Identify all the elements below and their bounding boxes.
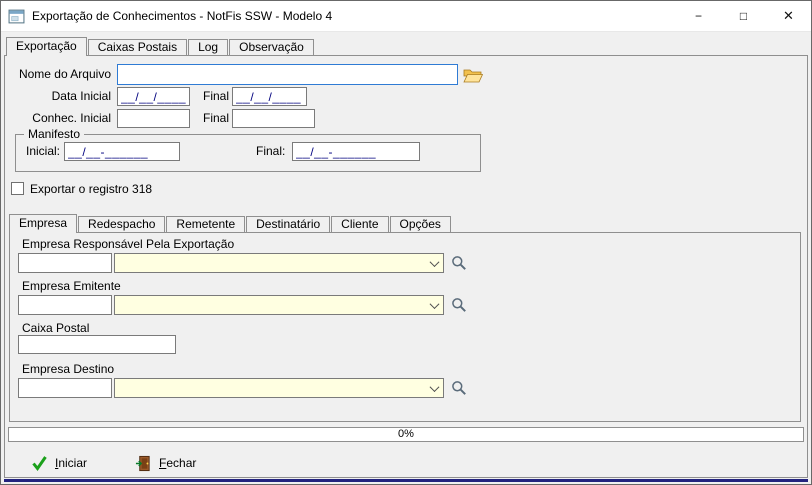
exportar-318-label: Exportar o registro 318: [30, 183, 152, 196]
exportacao-tab-page: Nome do Arquivo Data Inicial Final Conhe…: [4, 55, 808, 478]
fechar-label: Fechar: [159, 456, 196, 470]
main-tab-strip: Exportação Caixas Postais Log Observação: [6, 37, 315, 56]
caixa-postal-label: Caixa Postal: [22, 322, 89, 335]
exit-door-icon: [135, 455, 152, 472]
chevron-down-icon: [426, 379, 443, 397]
search-icon: [451, 297, 467, 313]
tab-caixas-postais[interactable]: Caixas Postais: [88, 39, 187, 55]
tab-cliente[interactable]: Cliente: [331, 216, 388, 232]
nome-arquivo-input[interactable]: [117, 64, 458, 85]
tab-observacao[interactable]: Observação: [229, 39, 314, 55]
empresa-responsavel-search-button[interactable]: [450, 254, 468, 272]
maximize-button[interactable]: □: [721, 1, 766, 31]
manifesto-title: Manifesto: [24, 127, 84, 141]
bottom-accent-bar: [4, 479, 808, 482]
manifesto-inicial-label: Inicial:: [26, 145, 60, 158]
empresa-emitente-search-button[interactable]: [450, 296, 468, 314]
caixa-postal-input[interactable]: [18, 335, 176, 354]
data-inicial-label: Data Inicial: [5, 90, 111, 103]
iniciar-label: Iniciar: [55, 456, 87, 470]
close-button[interactable]: ✕: [766, 1, 811, 31]
tab-log[interactable]: Log: [188, 39, 228, 55]
empresa-responsavel-label: Empresa Responsável Pela Exportação: [22, 238, 234, 251]
empresa-destino-label: Empresa Destino: [22, 363, 114, 376]
app-icon: [8, 8, 25, 25]
progress-bar: 0%: [8, 427, 804, 442]
window-controls: − □ ✕: [676, 1, 811, 31]
check-icon: [31, 455, 48, 471]
tab-destinatario[interactable]: Destinatário: [246, 216, 330, 232]
manifesto-final-label: Final:: [256, 145, 285, 158]
empresa-emitente-code-input[interactable]: [18, 295, 112, 315]
chevron-down-icon: [426, 254, 443, 272]
empresa-destino-search-button[interactable]: [450, 379, 468, 397]
minimize-button[interactable]: −: [676, 1, 721, 31]
tab-remetente[interactable]: Remetente: [166, 216, 245, 232]
search-icon: [451, 255, 467, 271]
tab-empresa[interactable]: Empresa: [9, 214, 77, 233]
empresa-destino-combo[interactable]: [114, 378, 444, 398]
empresa-emitente-combo-value: [115, 296, 426, 314]
data-inicial-input[interactable]: [117, 87, 190, 106]
manifesto-inicial-input[interactable]: [64, 142, 180, 161]
conhec-inicial-input[interactable]: [117, 109, 190, 128]
progress-text: 0%: [398, 428, 414, 440]
empresa-responsavel-combo[interactable]: [114, 253, 444, 273]
window-title: Exportação de Conhecimentos - NotFis SSW…: [32, 9, 332, 23]
open-folder-icon: [463, 68, 483, 83]
conhec-inicial-label: Conhec. Inicial: [5, 112, 111, 125]
manifesto-final-input[interactable]: [292, 142, 420, 161]
empresa-emitente-label: Empresa Emitente: [22, 280, 121, 293]
nome-arquivo-label: Nome do Arquivo: [5, 68, 111, 81]
empresa-responsavel-combo-value: [115, 254, 426, 272]
data-final-input[interactable]: [232, 87, 307, 106]
exportar-318-checkbox[interactable]: [11, 182, 24, 195]
search-icon: [451, 380, 467, 396]
iniciar-button[interactable]: Iniciar: [31, 453, 87, 473]
browse-file-button[interactable]: [461, 65, 485, 85]
empresa-destino-code-input[interactable]: [18, 378, 112, 398]
empresa-emitente-combo[interactable]: [114, 295, 444, 315]
conhec-final-input[interactable]: [232, 109, 315, 128]
tab-redespacho[interactable]: Redespacho: [78, 216, 165, 232]
fechar-button[interactable]: Fechar: [135, 453, 196, 473]
title-bar: Exportação de Conhecimentos - NotFis SSW…: [1, 1, 811, 32]
chevron-down-icon: [426, 296, 443, 314]
empresa-tab-page: Empresa Responsável Pela Exportação Empr…: [9, 232, 801, 422]
data-final-label: Final: [203, 90, 229, 103]
tab-opcoes[interactable]: Opções: [390, 216, 451, 232]
inner-tab-strip: Empresa Redespacho Remetente Destinatári…: [9, 214, 452, 233]
app-window: Exportação de Conhecimentos - NotFis SSW…: [0, 0, 812, 485]
tab-exportacao[interactable]: Exportação: [6, 37, 87, 56]
empresa-responsavel-code-input[interactable]: [18, 253, 112, 273]
conhec-final-label: Final: [203, 112, 229, 125]
manifesto-groupbox: Manifesto Inicial: Final:: [15, 134, 481, 172]
empresa-destino-combo-value: [115, 379, 426, 397]
